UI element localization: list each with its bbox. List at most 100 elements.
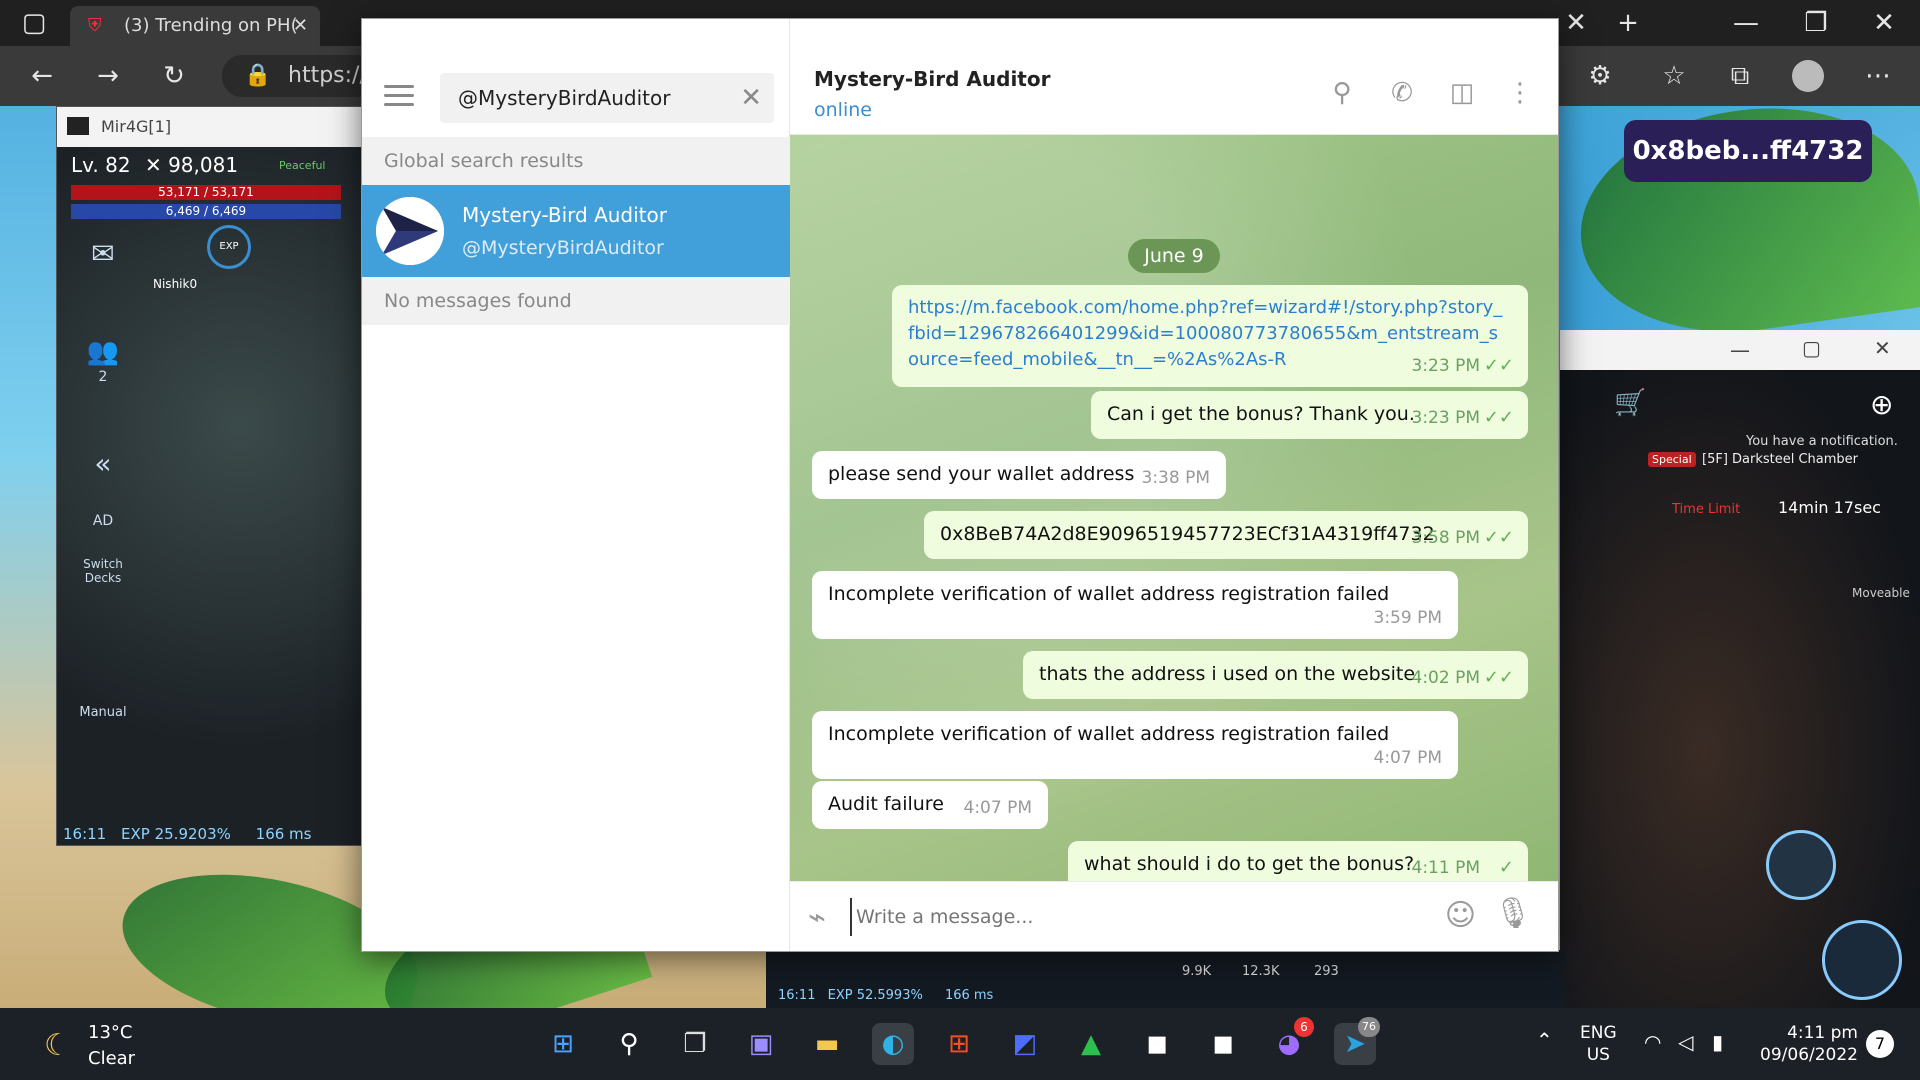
moon-weather-icon[interactable]: ☾ bbox=[44, 1028, 71, 1063]
plus-menu-icon[interactable]: ⊕ bbox=[1870, 388, 1893, 421]
message-bubble-out[interactable]: https://m.facebook.com/home.php?ref=wiza… bbox=[892, 285, 1528, 387]
task-view-icon[interactable]: ❐ bbox=[674, 1023, 716, 1065]
search-result-item[interactable]: Mystery-Bird Auditor @MysteryBirdAuditor bbox=[362, 185, 790, 277]
browser-tab-title: (3) Trending on PH( bbox=[124, 15, 298, 36]
clear-search-icon[interactable]: ✕ bbox=[740, 73, 762, 123]
region-code: US bbox=[1586, 1045, 1610, 1065]
manual-label[interactable]: Manual bbox=[75, 705, 131, 720]
message-bubble-out[interactable]: what should i do to get the bonus? 4:11 … bbox=[1068, 841, 1528, 881]
microphone-icon[interactable]: 🎙 bbox=[1494, 896, 1532, 931]
skill-button-icon[interactable] bbox=[1766, 830, 1836, 900]
battery-icon[interactable]: ▮ bbox=[1712, 1030, 1723, 1054]
restore-window-icon[interactable]: ▢ bbox=[1802, 336, 1821, 360]
message-input[interactable] bbox=[850, 898, 1370, 936]
message-bubble-in[interactable]: Incomplete verification of wallet addres… bbox=[812, 571, 1458, 639]
message-text: what should i do to get the bonus? bbox=[1084, 853, 1415, 875]
weather-description[interactable]: Clear bbox=[88, 1048, 135, 1069]
restore-window-icon[interactable]: ❐ bbox=[1800, 7, 1832, 39]
start-icon[interactable]: ⊞ bbox=[542, 1023, 584, 1065]
attach-icon[interactable]: ⌁ bbox=[808, 900, 826, 935]
message-text: Can i get the bonus? Thank you. bbox=[1107, 403, 1415, 425]
file-explorer-icon[interactable]: ▬ bbox=[806, 1023, 848, 1065]
chat-title[interactable]: Mystery-Bird Auditor bbox=[814, 67, 1050, 91]
message-time: 3:38 PM bbox=[1141, 468, 1211, 488]
message-bubble-in[interactable]: please send your wallet address 3:38 PM bbox=[812, 451, 1226, 499]
new-tab-icon[interactable]: + bbox=[1612, 7, 1644, 39]
chat-header[interactable]: Mystery-Bird Auditor online ⚲ ✆ ◫ ⋮ bbox=[790, 19, 1558, 135]
message-bubble-out[interactable]: Can i get the bonus? Thank you. 3:23 PM … bbox=[1091, 391, 1528, 439]
weather-temperature[interactable]: 13°C bbox=[88, 1022, 132, 1043]
app-triangle-icon[interactable]: ▲ bbox=[1070, 1023, 1112, 1065]
shop-icon[interactable]: 🛒 bbox=[1614, 388, 1646, 418]
profile-icon[interactable] bbox=[1792, 60, 1824, 92]
refresh-icon[interactable]: ↻ bbox=[158, 60, 190, 92]
volume-icon[interactable]: ◁ bbox=[1678, 1030, 1693, 1054]
chevron-up-icon[interactable]: ⌃ bbox=[1536, 1028, 1553, 1052]
minimize-window-icon[interactable]: — bbox=[1730, 338, 1750, 362]
close-tab-icon[interactable]: ✕ bbox=[1560, 7, 1592, 39]
peaceful-mode[interactable]: Peaceful bbox=[279, 159, 325, 172]
party-icon[interactable]: 👥 bbox=[75, 337, 131, 367]
browser-tab-active[interactable]: ⛨ (3) Trending on PH( ✕ bbox=[70, 6, 320, 46]
wallet-address-pill[interactable]: 0x8beb...ff4732 bbox=[1624, 120, 1872, 182]
attack-button-icon[interactable] bbox=[1822, 920, 1902, 1000]
wifi-icon[interactable]: ◠ bbox=[1644, 1030, 1661, 1054]
telegram-window: — ▢ ✕ @MysteryBirdAuditor ✕ Global searc… bbox=[361, 18, 1559, 952]
close-window-icon[interactable]: ✕ bbox=[1868, 7, 1900, 39]
collapse-icon[interactable]: « bbox=[75, 447, 131, 480]
forward-icon[interactable]: → bbox=[92, 60, 124, 92]
message-text: Incomplete verification of wallet addres… bbox=[828, 583, 1390, 605]
messenger-icon[interactable]: ◕ 6 bbox=[1268, 1017, 1314, 1065]
app-icon[interactable]: ◩ bbox=[1004, 1023, 1046, 1065]
game-viewport[interactable]: 🛒 ⊕ You have a notification. Special [5F… bbox=[1560, 370, 1920, 1008]
close-tab-icon[interactable]: ✕ bbox=[293, 6, 308, 46]
hamburger-menu-icon[interactable] bbox=[384, 85, 414, 107]
language-code: ENG bbox=[1580, 1023, 1617, 1043]
minimize-window-icon[interactable]: — bbox=[1730, 7, 1762, 39]
phone-icon[interactable]: ✆ bbox=[1386, 77, 1418, 109]
clock[interactable]: 4:11 pm 09/06/2022 bbox=[1760, 1022, 1858, 1066]
special-badge: Special bbox=[1648, 452, 1696, 467]
search-input[interactable]: @MysteryBirdAuditor ✕ bbox=[440, 73, 774, 123]
game-status-bar: 16:11 EXP 25.9203% 166 ms bbox=[63, 825, 311, 843]
notification-count-badge[interactable]: 7 bbox=[1866, 1030, 1894, 1058]
close-window-icon[interactable]: ✕ bbox=[1874, 336, 1891, 360]
date-badge: June 9 bbox=[1128, 239, 1220, 273]
message-list[interactable]: June 9 https://m.facebook.com/home.php?r… bbox=[790, 135, 1558, 881]
message-time: 4:02 PM bbox=[1411, 668, 1481, 688]
player-level: Lv. 82 bbox=[71, 153, 131, 177]
tab-actions-icon[interactable]: ▢ bbox=[18, 7, 50, 39]
game-app-icon[interactable]: ◼ bbox=[1136, 1023, 1178, 1065]
extensions-icon[interactable]: ⚙ bbox=[1584, 60, 1616, 92]
message-bubble-in[interactable]: Audit failure 4:07 PM bbox=[812, 781, 1048, 829]
telegram-icon[interactable]: ➤ 76 bbox=[1334, 1017, 1380, 1065]
more-icon[interactable]: ⋯ bbox=[1862, 60, 1894, 92]
hp-bar: 53,171 / 53,171 bbox=[71, 185, 341, 200]
message-bubble-out[interactable]: thats the address i used on the website … bbox=[1023, 651, 1528, 699]
store-icon[interactable]: ⊞ bbox=[938, 1023, 980, 1065]
message-bubble-out[interactable]: 0x8BeB74A2d8E9096519457723ECf31A4319ff47… bbox=[924, 511, 1528, 559]
collections-icon[interactable]: ⧉ bbox=[1724, 60, 1756, 92]
message-time: 3:58 PM bbox=[1411, 528, 1481, 548]
chat-icon[interactable]: ▣ bbox=[740, 1023, 782, 1065]
search-icon[interactable]: ⚲ bbox=[1326, 77, 1358, 109]
favorites-icon[interactable]: ☆ bbox=[1658, 60, 1690, 92]
message-bubble-in[interactable]: Incomplete verification of wallet addres… bbox=[812, 711, 1458, 779]
sidebar-toggle-icon[interactable]: ◫ bbox=[1446, 77, 1478, 109]
chat-panel: Mystery-Bird Auditor online ⚲ ✆ ◫ ⋮ June… bbox=[790, 19, 1558, 951]
item-count: 12.3K bbox=[1242, 964, 1280, 979]
mail-icon[interactable]: ✉ bbox=[75, 237, 131, 270]
input-language[interactable]: ENG US bbox=[1580, 1022, 1617, 1066]
exp-icon[interactable]: EXP bbox=[207, 225, 251, 269]
double-check-icon: ✓✓ bbox=[1483, 355, 1514, 376]
game-window-titlebar[interactable]: Mir4G[1] bbox=[57, 107, 361, 147]
ad-label[interactable]: AD bbox=[75, 513, 131, 529]
game-viewport[interactable]: Lv. 82 ✕ 98,081 Peaceful 53,171 / 53,171… bbox=[57, 147, 361, 845]
back-icon[interactable]: ← bbox=[26, 60, 58, 92]
emoji-icon[interactable]: ☺ bbox=[1445, 898, 1476, 933]
more-options-icon[interactable]: ⋮ bbox=[1504, 77, 1536, 109]
search-icon[interactable]: ⚲ bbox=[608, 1023, 650, 1065]
game-app-icon[interactable]: ◼ bbox=[1202, 1023, 1244, 1065]
edge-icon[interactable]: ◐ bbox=[872, 1023, 914, 1065]
switch-decks-label[interactable]: Switch Decks bbox=[75, 557, 131, 585]
